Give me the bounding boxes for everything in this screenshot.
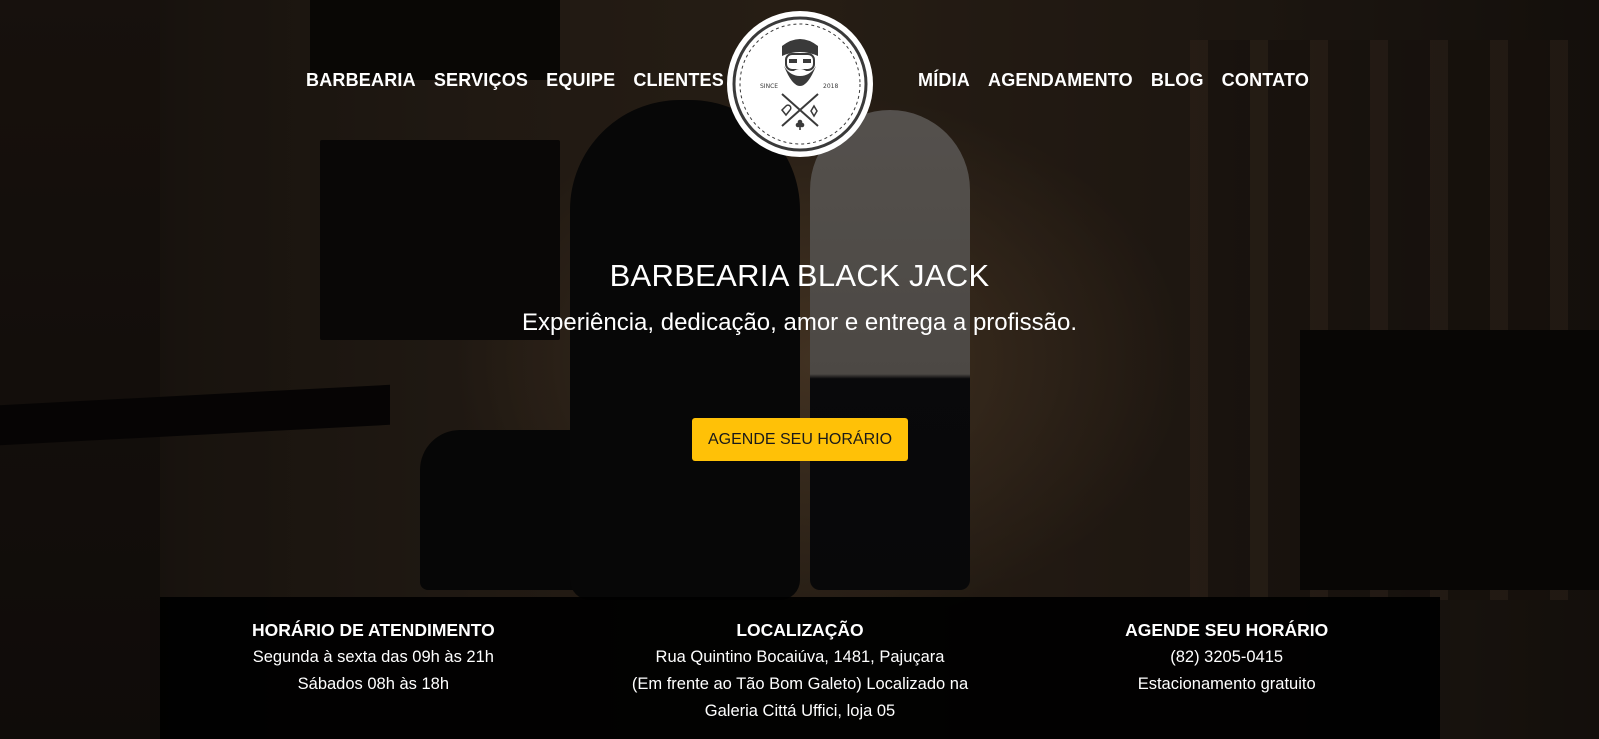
nav-link-clientes[interactable]: CLIENTES [633,70,724,91]
info-booking-title: AGENDE SEU HORÁRIO [1125,620,1329,640]
info-hours-title: HORÁRIO DE ATENDIMENTO [251,620,495,640]
info-bar: HORÁRIO DE ATENDIMENTO Segunda à sexta d… [160,597,1440,739]
brand-logo[interactable]: SINCE 2018 [726,10,874,158]
info-location-line: Rua Quintino Bocaiúva, 1481, Pajuçara [655,648,945,666]
info-parking: Estacionamento gratuito [1137,675,1316,693]
nav-link-agendamento[interactable]: AGENDAMENTO [988,70,1133,91]
nav-link-equipe[interactable]: EQUIPE [546,70,615,91]
info-hours-line: Segunda à sexta das 09h às 21h [252,648,494,666]
logo-year-text: 2018 [823,83,838,90]
info-location-line: (Em frente ao Tão Bom Galeto) Localizado… [631,675,969,693]
logo-since-text: SINCE [760,83,778,90]
info-location-line: Galeria Cittá Uffici, loja 05 [704,702,896,720]
hero-subtitle: Experiência, dedicação, amor e entrega a… [522,309,1077,336]
nav-right: MÍDIA AGENDAMENTO BLOG CONTATO [918,70,1309,91]
schedule-appointment-button[interactable]: AGENDE SEU HORÁRIO [692,418,908,461]
info-hours: HORÁRIO DE ATENDIMENTO Segunda à sexta d… [160,597,587,739]
nav-link-midia[interactable]: MÍDIA [918,70,970,91]
info-booking: AGENDE SEU HORÁRIO (82) 3205-0415 Estaci… [1013,597,1440,739]
nav-link-barbearia[interactable]: BARBEARIA [306,70,416,91]
info-location: LOCALIZAÇÃO Rua Quintino Bocaiúva, 1481,… [587,597,1014,739]
hero-title: BARBEARIA BLACK JACK [609,258,990,293]
nav-link-contato[interactable]: CONTATO [1222,70,1309,91]
bearded-man-logo-icon: SINCE 2018 [727,11,873,157]
page: BARBEARIA SERVIÇOS EQUIPE CLIENTES SINCE… [0,0,1599,739]
info-phone[interactable]: (82) 3205-0415 [1013,644,1440,671]
nav-link-blog[interactable]: BLOG [1151,70,1204,91]
nav-link-servicos[interactable]: SERVIÇOS [434,70,528,91]
info-hours-line: Sábados 08h às 18h [297,675,450,693]
nav-left: BARBEARIA SERVIÇOS EQUIPE CLIENTES [306,70,724,91]
info-location-title: LOCALIZAÇÃO [736,620,864,640]
